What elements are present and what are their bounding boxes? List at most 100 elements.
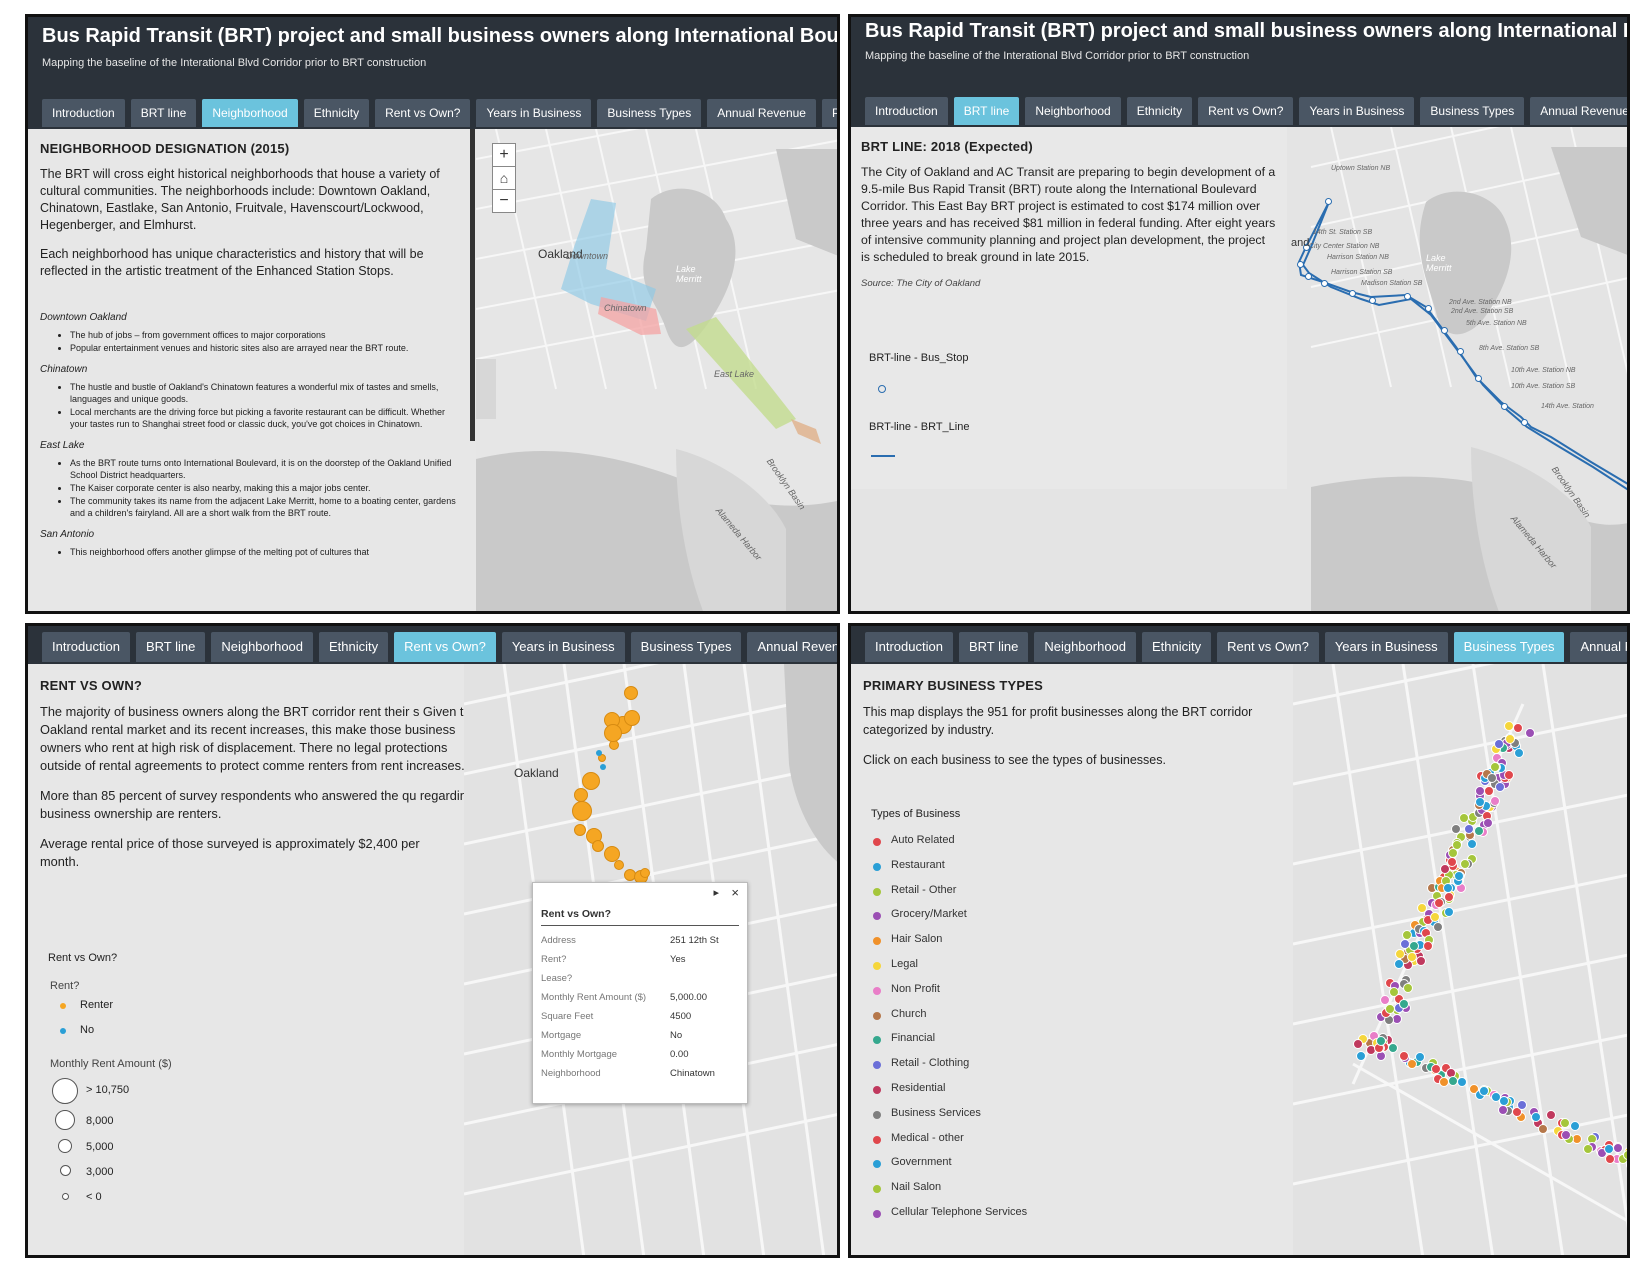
tab-years-in-business[interactable]: Years in Business <box>1324 632 1448 662</box>
business-marker[interactable] <box>1403 982 1414 993</box>
tab-brt-line[interactable]: BRT line <box>130 99 197 127</box>
bus-stop-marker[interactable] <box>1297 261 1304 268</box>
business-marker[interactable] <box>1394 949 1405 960</box>
tab-years-in-business[interactable]: Years in Business <box>476 99 592 127</box>
business-marker[interactable] <box>1440 863 1451 874</box>
tab-brt-line[interactable]: BRT line <box>958 632 1029 662</box>
business-marker[interactable] <box>1466 839 1477 850</box>
business-marker[interactable] <box>1486 773 1497 784</box>
tab-rent-vs-own[interactable]: Rent vs Own? <box>375 99 471 127</box>
tab-business-types[interactable]: Business Types <box>630 632 742 662</box>
tab-introduction[interactable]: Introduction <box>42 632 130 662</box>
bus-stop-marker[interactable] <box>1475 375 1482 382</box>
tab-rent-vs-own[interactable]: Rent vs Own? <box>1217 632 1319 662</box>
business-marker[interactable] <box>1387 1042 1398 1053</box>
business-marker[interactable] <box>1512 723 1523 734</box>
tab-annual-revenue[interactable]: Annual Revenue <box>707 99 816 127</box>
bus-stop-marker[interactable] <box>1404 293 1411 300</box>
tab-neighborhood[interactable]: Neighborhood <box>211 632 314 662</box>
business-marker[interactable] <box>1399 938 1410 949</box>
business-marker[interactable] <box>1464 823 1475 834</box>
business-marker[interactable] <box>1439 1076 1450 1087</box>
business-marker[interactable] <box>1459 859 1470 870</box>
business-marker[interactable] <box>1451 839 1462 850</box>
business-marker[interactable] <box>1498 1104 1509 1115</box>
bus-stop-marker[interactable] <box>1457 348 1464 355</box>
rent-marker[interactable] <box>640 868 650 878</box>
rent-marker[interactable] <box>614 860 624 870</box>
business-marker[interactable] <box>1513 748 1524 759</box>
business-map[interactable] <box>1293 664 1627 1255</box>
rent-marker[interactable] <box>596 750 602 756</box>
business-marker[interactable] <box>1493 739 1504 750</box>
business-marker[interactable] <box>1524 727 1535 738</box>
bus-stop-marker[interactable] <box>1349 290 1356 297</box>
tab-years-in-business[interactable]: Years in Business <box>501 632 625 662</box>
home-button[interactable]: ⌂ <box>492 166 516 190</box>
tab-ethnicity[interactable]: Ethnicity <box>1142 632 1212 662</box>
tab-business-types[interactable]: Business Types <box>597 99 702 127</box>
business-marker[interactable] <box>1478 1085 1489 1096</box>
rent-marker[interactable] <box>624 686 638 700</box>
business-marker[interactable] <box>1505 733 1516 744</box>
tab-annual-revenue[interactable]: Annual Revenue <box>1570 632 1627 662</box>
rent-marker[interactable] <box>600 764 606 770</box>
tab-annual-revenue[interactable]: Annual Revenue <box>1530 97 1627 125</box>
bus-stop-marker[interactable] <box>1501 403 1508 410</box>
business-marker[interactable] <box>1504 769 1515 780</box>
rent-marker[interactable] <box>572 801 592 821</box>
bus-stop-marker[interactable] <box>1441 327 1448 334</box>
tab-years-in-business[interactable]: Years in Business <box>1299 97 1415 125</box>
rent-marker[interactable] <box>582 772 600 790</box>
tab-introduction[interactable]: Introduction <box>42 99 125 127</box>
next-arrow-icon[interactable]: ▸ <box>713 886 719 899</box>
rent-marker[interactable] <box>592 840 604 852</box>
business-marker[interactable] <box>1582 1143 1593 1154</box>
tab-rent-vs-own[interactable]: Rent vs Own? <box>394 632 496 662</box>
zoom-out-button[interactable]: − <box>492 189 516 213</box>
tab-neighborhood[interactable]: Neighborhood <box>1025 97 1121 125</box>
tab-business-types[interactable]: Business Types <box>1420 97 1525 125</box>
business-marker[interactable] <box>1482 817 1493 828</box>
rent-marker[interactable] <box>604 724 622 742</box>
rent-marker[interactable] <box>574 824 586 836</box>
bus-stop-marker[interactable] <box>1321 280 1328 287</box>
business-marker[interactable] <box>1569 1120 1580 1131</box>
rent-marker[interactable] <box>624 710 640 726</box>
business-marker[interactable] <box>1453 870 1464 881</box>
close-icon[interactable]: × <box>731 885 739 900</box>
tab-introduction[interactable]: Introduction <box>865 97 948 125</box>
tab-ethnicity[interactable]: Ethnicity <box>319 632 389 662</box>
business-marker[interactable] <box>1612 1143 1623 1154</box>
neighborhood-map[interactable]: + ⌂ − Oakland Downtown Chinatown East La… <box>476 129 837 611</box>
business-marker[interactable] <box>1495 781 1506 792</box>
tab-annual-revenue[interactable]: Annual Revenue <box>747 632 837 662</box>
bus-stop-marker[interactable] <box>1369 297 1376 304</box>
tab-neighborhood[interactable]: Neighborhood <box>1034 632 1137 662</box>
business-marker[interactable] <box>1394 958 1405 969</box>
bus-stop-marker[interactable] <box>1425 305 1432 312</box>
business-marker[interactable] <box>1408 940 1419 951</box>
business-marker[interactable] <box>1604 1154 1615 1164</box>
business-marker[interactable] <box>1389 986 1400 997</box>
business-marker[interactable] <box>1380 994 1391 1005</box>
business-marker[interactable] <box>1443 906 1454 917</box>
tab-brt-line[interactable]: BRT line <box>953 97 1020 125</box>
tab-pro-oakland[interactable]: PRO Oakland <box>821 99 837 127</box>
business-marker[interactable] <box>1538 1123 1549 1134</box>
sidebar-scrollbar[interactable] <box>470 129 475 441</box>
zoom-in-button[interactable]: + <box>492 143 516 167</box>
business-marker[interactable] <box>1530 1111 1541 1122</box>
rent-map[interactable]: Oakland ▸ × Rent vs Own? Address 251 12th… <box>464 664 837 1255</box>
rent-marker[interactable] <box>574 788 588 802</box>
tab-business-types[interactable]: Business Types <box>1453 632 1565 662</box>
business-marker[interactable] <box>1422 941 1433 952</box>
tab-rent-vs-own[interactable]: Rent vs Own? <box>1198 97 1294 125</box>
tab-brt-line[interactable]: BRT line <box>135 632 206 662</box>
business-marker[interactable] <box>1475 785 1485 796</box>
tab-ethnicity[interactable]: Ethnicity <box>1126 97 1193 125</box>
tab-neighborhood[interactable]: Neighborhood <box>202 99 298 127</box>
tab-introduction[interactable]: Introduction <box>865 632 953 662</box>
bus-stop-marker[interactable] <box>1521 419 1528 426</box>
bus-stop-marker[interactable] <box>1325 198 1332 205</box>
